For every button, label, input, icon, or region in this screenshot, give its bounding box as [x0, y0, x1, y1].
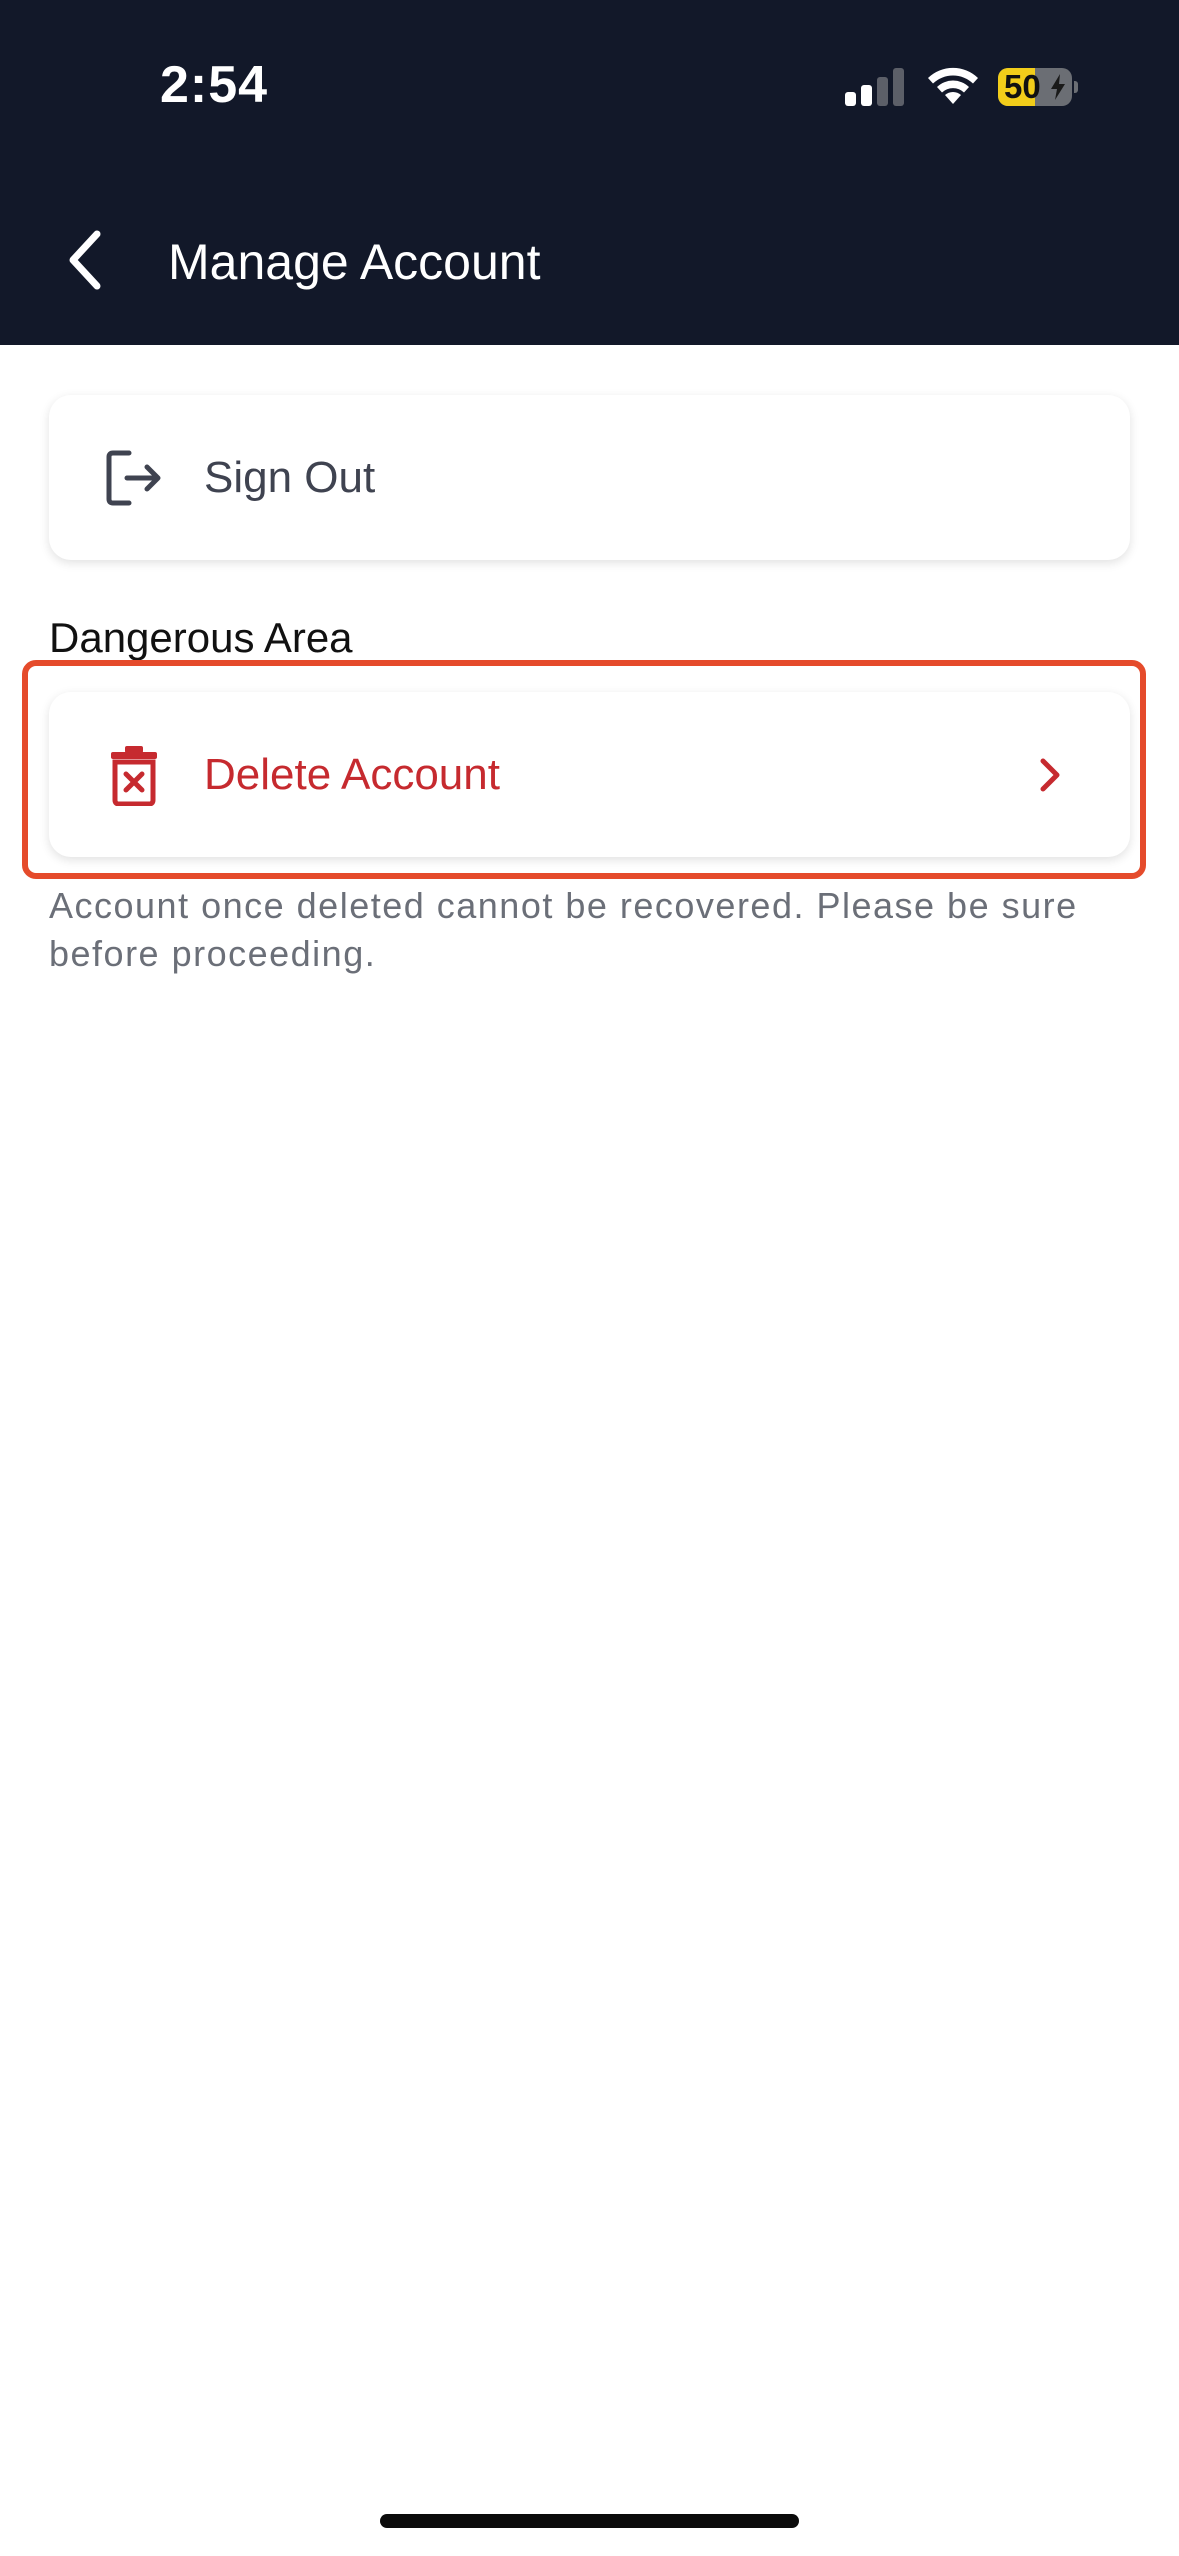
page-title: Manage Account	[168, 234, 541, 290]
back-button[interactable]	[50, 220, 120, 300]
delete-account-label: Delete Account	[204, 749, 500, 799]
status-time: 2:54	[160, 56, 269, 114]
logout-icon	[106, 450, 161, 505]
battery-cap	[1074, 81, 1078, 93]
app-header: 2:54 50 Manage Account	[0, 0, 1179, 345]
delete-warning-text: Account once deleted cannot be recovered…	[49, 885, 1078, 974]
battery-body: 50	[998, 68, 1072, 106]
chevron-right-icon	[1040, 758, 1060, 791]
wifi-icon	[928, 67, 978, 104]
battery-level: 50	[1004, 68, 1041, 105]
home-indicator[interactable]	[380, 2514, 799, 2528]
sign-out-label: Sign Out	[204, 452, 376, 502]
chevron-left-icon	[69, 230, 101, 290]
cellular-signal-icon	[845, 68, 904, 106]
trash-icon	[111, 745, 157, 806]
sign-out-button[interactable]: Sign Out	[49, 395, 1130, 560]
section-heading-dangerous-area: Dangerous Area	[49, 614, 353, 661]
charging-bolt-icon	[1051, 74, 1065, 100]
delete-account-button[interactable]: Delete Account	[49, 692, 1130, 857]
battery-indicator: 50	[998, 68, 1078, 106]
